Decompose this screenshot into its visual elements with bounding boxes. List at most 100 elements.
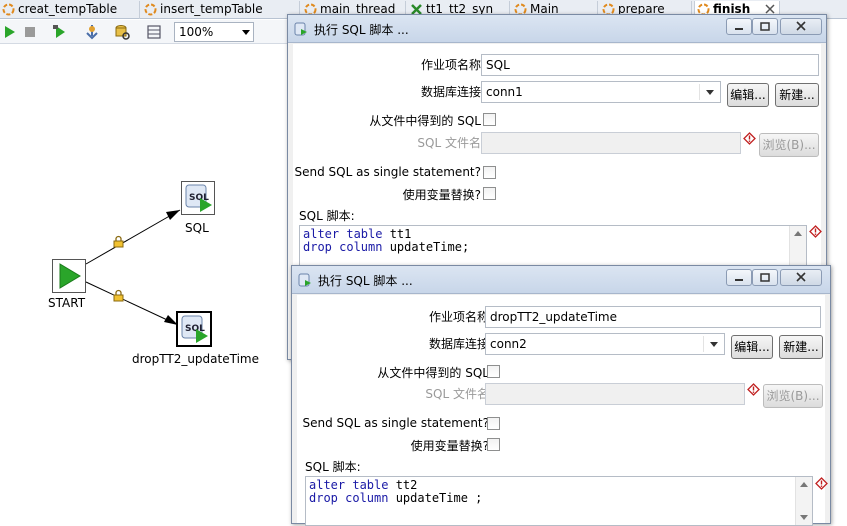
maximize-button[interactable]: [752, 269, 778, 286]
select-divider: [703, 336, 704, 352]
code-line: drop column updateTime;: [303, 241, 803, 254]
minimize-icon: [735, 28, 743, 30]
close-button[interactable]: [780, 18, 822, 35]
sql-filename-label: SQL 文件名: [417, 136, 481, 150]
db-connection-select[interactable]: conn2: [485, 333, 725, 355]
tab-insert-temptable[interactable]: insert_tempTable: [142, 1, 300, 19]
sql-script-icon: [294, 22, 307, 36]
single-statement-label: Send SQL as single statement?: [302, 416, 489, 430]
scroll-up-icon[interactable]: [794, 231, 802, 236]
minimize-icon: [735, 279, 743, 281]
sql-from-file-checkbox[interactable]: [483, 113, 496, 126]
maximize-icon: [760, 22, 770, 31]
select-divider: [699, 84, 700, 100]
chevron-down-icon: [710, 342, 718, 347]
code-text: updateTime ;: [388, 491, 483, 505]
start-icon: [59, 263, 81, 289]
check-job-icon[interactable]: [114, 24, 130, 40]
start-node[interactable]: [52, 259, 86, 293]
browse-button[interactable]: 浏览(B)...: [763, 384, 823, 408]
new-connection-button[interactable]: 新建...: [779, 335, 823, 359]
code-text: tt1: [382, 227, 412, 241]
layout-icon[interactable]: [146, 24, 162, 40]
lock-icon[interactable]: [113, 235, 124, 248]
tab-label: insert_tempTable: [160, 2, 263, 16]
stop-icon[interactable]: [22, 24, 38, 40]
job-name-input[interactable]: dropTT2_updateTime: [485, 306, 821, 328]
single-statement-label: Send SQL as single statement?: [294, 165, 481, 179]
edit-connection-button[interactable]: 编辑...: [731, 335, 773, 359]
dialog-title: 执行 SQL 脚本 ...: [318, 274, 413, 288]
drop-node[interactable]: SQL: [176, 311, 212, 347]
code-line: drop column updateTime ;: [309, 492, 809, 505]
warning-icon: [747, 383, 760, 396]
close-icon: [796, 21, 806, 31]
single-statement-checkbox[interactable]: [487, 417, 500, 430]
sql-node[interactable]: SQL: [181, 181, 215, 215]
variable-substitution-label: 使用变量替换?: [410, 439, 489, 453]
tab-creat-temptable[interactable]: creat_tempTable: [0, 1, 140, 19]
sql-dialog-2: 执行 SQL 脚本 ... 作业项名称 dropTT2_updateTime 数…: [291, 265, 831, 526]
sql-node-label: SQL: [185, 221, 209, 235]
chevron-down-icon: [706, 90, 714, 95]
db-connection-value: conn1: [486, 85, 523, 99]
sql-script-icon: SQL: [185, 184, 212, 212]
start-node-label: START: [48, 296, 86, 310]
job-name-input[interactable]: SQL: [481, 54, 819, 76]
browse-button[interactable]: 浏览(B)...: [759, 133, 819, 157]
code-keyword: drop column: [303, 240, 383, 254]
sql-filename-label: SQL 文件名: [425, 387, 489, 401]
dialog-title: 执行 SQL 脚本 ...: [314, 23, 409, 37]
sql-filename-input: [485, 383, 745, 405]
code-keyword: alter table: [303, 227, 383, 241]
job-canvas[interactable]: START SQL SQL SQL dropTT2_updateTime: [0, 45, 290, 524]
lock-icon[interactable]: [113, 289, 124, 302]
svg-text:SQL: SQL: [189, 193, 209, 203]
tab-label: creat_tempTable: [18, 2, 118, 16]
zoom-value: 100%: [179, 25, 214, 39]
maximize-icon: [760, 273, 770, 282]
chevron-down-icon: [242, 30, 250, 35]
warning-icon: [815, 477, 828, 490]
sql-script-label: SQL 脚本:: [299, 209, 355, 223]
code-keyword: alter table: [309, 478, 389, 492]
job-name-label: 作业项名称: [428, 310, 489, 324]
sql-script-editor[interactable]: alter table tt2 drop column updateTime ;: [305, 476, 813, 526]
close-button[interactable]: [780, 269, 822, 286]
sql-filename-input: [481, 132, 741, 154]
close-tab-icon[interactable]: [765, 4, 775, 14]
new-connection-button[interactable]: 新建...: [775, 83, 819, 107]
warning-icon: [809, 225, 822, 238]
minimize-button[interactable]: [726, 269, 752, 286]
edit-connection-button[interactable]: 编辑...: [727, 83, 769, 107]
run-options-icon[interactable]: [52, 24, 68, 40]
sql-script-icon: SQL: [181, 315, 208, 343]
minimize-button[interactable]: [726, 18, 752, 35]
warning-icon: [743, 132, 756, 145]
sql-script-icon: [298, 273, 311, 287]
debug-icon[interactable]: [84, 24, 100, 40]
scroll-down-icon[interactable]: [800, 515, 808, 520]
single-statement-checkbox[interactable]: [483, 166, 496, 179]
sql-from-file-label: 从文件中得到的 SQL: [377, 366, 489, 380]
zoom-select[interactable]: 100%: [174, 22, 254, 42]
sql-from-file-checkbox[interactable]: [487, 365, 500, 378]
code-text: updateTime;: [382, 240, 470, 254]
code-keyword: drop column: [309, 491, 389, 505]
db-connection-select[interactable]: conn1: [481, 81, 721, 103]
run-icon[interactable]: [2, 24, 18, 40]
db-connection-value: conn2: [490, 337, 527, 351]
variable-substitution-checkbox[interactable]: [487, 438, 500, 451]
variable-substitution-checkbox[interactable]: [483, 187, 496, 200]
code-text: tt2: [388, 478, 418, 492]
hop-lines: [85, 209, 181, 326]
dialog-body: 作业项名称 dropTT2_updateTime 数据库连接 conn2 编辑.…: [297, 295, 828, 526]
script-scrollbar[interactable]: [795, 477, 812, 525]
dialog-titlebar[interactable]: 执行 SQL 脚本 ...: [288, 15, 826, 43]
dialog-titlebar[interactable]: 执行 SQL 脚本 ...: [292, 266, 830, 294]
sql-from-file-label: 从文件中得到的 SQL: [369, 114, 481, 128]
sql-script-label: SQL 脚本:: [305, 460, 361, 474]
variable-substitution-label: 使用变量替换?: [402, 188, 481, 202]
maximize-button[interactable]: [752, 18, 778, 35]
scroll-up-icon[interactable]: [800, 482, 808, 487]
